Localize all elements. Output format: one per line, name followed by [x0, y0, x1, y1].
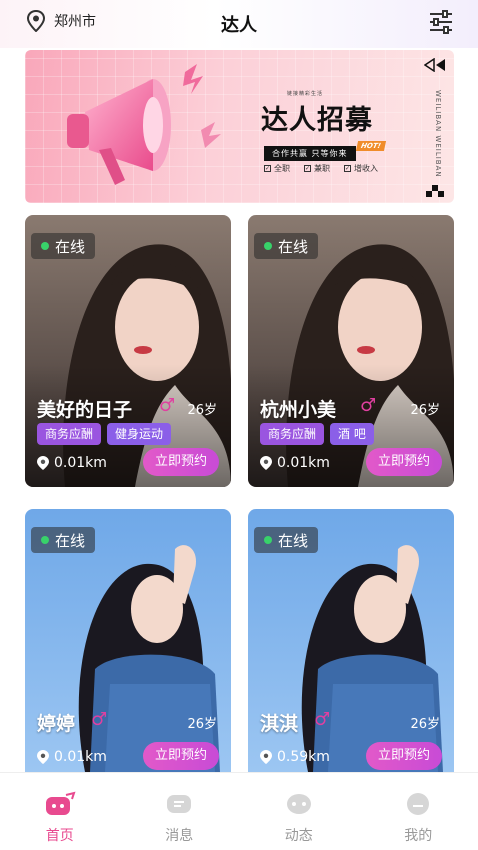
- distance: 0.59km: [260, 749, 330, 765]
- book-now-button[interactable]: 立即预约: [142, 448, 219, 476]
- tag: 健身运动: [107, 423, 172, 445]
- online-status-badge: 在线: [31, 233, 96, 259]
- page-title: 达人: [221, 15, 257, 36]
- banner-option: ✓ 兼职: [304, 164, 330, 173]
- banner-small-text: 链接精彩生活: [287, 91, 324, 97]
- book-now-button[interactable]: 立即预约: [142, 742, 219, 770]
- male-gender-icon: ♂: [360, 395, 377, 416]
- talent-card[interactable]: 在线 婷婷 ♂ 26岁 0.01km 立即预约: [25, 509, 231, 772]
- distance: 0.01km: [37, 749, 107, 765]
- tab-messages[interactable]: 消息: [120, 773, 240, 850]
- tag: 商务应酬: [260, 423, 325, 445]
- online-dot-icon: [41, 536, 49, 544]
- banner-title: 达人招募: [261, 105, 373, 136]
- location-pin-icon: [260, 750, 272, 764]
- tab-home[interactable]: 首页: [0, 773, 120, 850]
- profile-icon: [407, 793, 430, 815]
- check-icon: ✓: [304, 165, 311, 172]
- male-gender-icon: ♂: [91, 709, 108, 730]
- talent-name: 杭州小美: [260, 399, 337, 421]
- checker-pattern-icon: [426, 185, 444, 197]
- talent-tags: 商务应酬 酒 吧: [260, 423, 374, 445]
- location-pin-icon: [37, 456, 49, 470]
- playback-arrows-icon: [424, 58, 445, 72]
- talent-name: 美好的日子: [37, 399, 133, 421]
- location-pin-icon: [37, 750, 49, 764]
- banner-side-text: WEILIBAN WEILIBAN: [434, 90, 442, 178]
- tag: 商务应酬: [37, 423, 102, 445]
- check-icon: ✓: [344, 165, 351, 172]
- moments-icon: [286, 794, 311, 814]
- talent-tags: 商务应酬 健身运动: [37, 423, 172, 445]
- banner-option: ✓ 增收入: [344, 164, 378, 173]
- male-gender-icon: ♂: [159, 395, 176, 416]
- online-dot-icon: [264, 536, 272, 544]
- talent-age: 26岁: [187, 717, 217, 732]
- talent-card[interactable]: 在线 淇淇 ♂ 26岁 0.59km 立即预约: [248, 509, 454, 772]
- filter-sliders-icon[interactable]: [428, 9, 454, 35]
- location-pin-icon: [260, 456, 272, 470]
- online-dot-icon: [41, 242, 49, 250]
- megaphone-icon: [67, 64, 221, 185]
- home-icon: [45, 791, 76, 815]
- online-status-badge: 在线: [31, 527, 96, 553]
- talent-card[interactable]: 在线 美好的日子 ♂ 26岁 商务应酬 健身运动 0.01km 立即预约: [25, 215, 231, 487]
- book-now-button[interactable]: 立即预约: [365, 448, 442, 476]
- check-icon: ✓: [264, 165, 271, 172]
- bottom-tab-bar: 首页 消息 动态 我的: [0, 772, 478, 850]
- talent-card[interactable]: 在线 杭州小美 ♂ 26岁 商务应酬 酒 吧 0.01km 立即预约: [248, 215, 454, 487]
- distance: 0.01km: [37, 455, 107, 471]
- banner-options: ✓ 全职 ✓ 兼职 ✓ 增收入: [264, 163, 378, 174]
- talent-name: 淇淇: [260, 713, 299, 735]
- talent-age: 26岁: [187, 403, 217, 418]
- online-dot-icon: [264, 242, 272, 250]
- tag: 酒 吧: [330, 423, 374, 445]
- online-status-badge: 在线: [254, 233, 319, 259]
- tab-moments[interactable]: 动态: [239, 773, 359, 850]
- book-now-button[interactable]: 立即预约: [365, 742, 442, 770]
- talent-age: 26岁: [410, 717, 440, 732]
- distance: 0.01km: [260, 455, 330, 471]
- talent-name: 婷婷: [37, 713, 76, 735]
- talent-age: 26岁: [410, 403, 440, 418]
- top-header: 郑州市 达人: [0, 0, 478, 48]
- male-gender-icon: ♂: [314, 709, 331, 730]
- online-status-badge: 在线: [254, 527, 319, 553]
- hot-tag: HOT!: [355, 141, 386, 151]
- banner-option: ✓ 全职: [264, 164, 290, 173]
- tab-profile[interactable]: 我的: [359, 773, 478, 850]
- message-icon: [167, 795, 192, 813]
- banner-subtitle: 合作共赢 只等你来: [264, 146, 356, 161]
- recruit-banner[interactable]: 链接精彩生活 达人招募 合作共赢 只等你来 HOT! ✓ 全职 ✓ 兼职 ✓ 增收入 …: [25, 50, 454, 203]
